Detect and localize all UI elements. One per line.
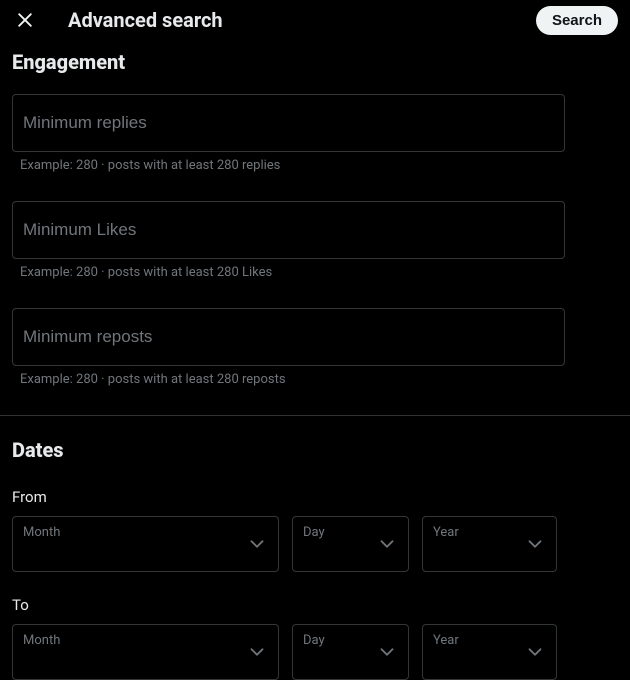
engagement-section-title: Engagement: [12, 50, 618, 74]
to-label: To: [12, 596, 618, 614]
select-label: Month: [23, 525, 60, 540]
select-label: Month: [23, 633, 60, 648]
close-icon: [15, 10, 35, 30]
min-likes-input[interactable]: [12, 201, 565, 259]
min-replies-field: Example: 280 · posts with at least 280 r…: [12, 94, 618, 173]
chevron-down-icon: [524, 533, 546, 555]
chevron-down-icon: [376, 533, 398, 555]
modal-content: Engagement Example: 280 · posts with at …: [0, 50, 630, 680]
min-likes-field: Example: 280 · posts with at least 280 L…: [12, 201, 618, 280]
dates-section-title: Dates: [12, 438, 618, 462]
modal-title: Advanced search: [68, 8, 223, 32]
min-reposts-input[interactable]: [12, 308, 565, 366]
section-divider: [0, 415, 630, 416]
chevron-down-icon: [376, 641, 398, 663]
modal-header: Advanced search Search: [0, 0, 630, 40]
min-reposts-helper: Example: 280 · posts with at least 280 r…: [12, 372, 618, 387]
min-replies-input[interactable]: [12, 94, 565, 152]
min-replies-helper: Example: 280 · posts with at least 280 r…: [12, 158, 618, 173]
select-label: Year: [433, 525, 459, 540]
chevron-down-icon: [246, 533, 268, 555]
from-label: From: [12, 488, 618, 506]
to-month-select[interactable]: Month: [12, 624, 279, 680]
min-likes-helper: Example: 280 · posts with at least 280 L…: [12, 265, 618, 280]
select-label: Year: [433, 633, 459, 648]
from-date-row: Month Day Year: [12, 516, 618, 572]
search-button[interactable]: Search: [536, 6, 618, 35]
to-day-select[interactable]: Day: [292, 624, 409, 680]
close-button[interactable]: [14, 9, 36, 31]
select-label: Day: [303, 525, 325, 540]
from-month-select[interactable]: Month: [12, 516, 279, 572]
from-day-select[interactable]: Day: [292, 516, 409, 572]
from-year-select[interactable]: Year: [422, 516, 557, 572]
header-left: Advanced search: [14, 8, 223, 32]
select-label: Day: [303, 633, 325, 648]
to-year-select[interactable]: Year: [422, 624, 557, 680]
chevron-down-icon: [524, 641, 546, 663]
to-date-row: Month Day Year: [12, 624, 618, 680]
min-reposts-field: Example: 280 · posts with at least 280 r…: [12, 308, 618, 387]
chevron-down-icon: [246, 641, 268, 663]
